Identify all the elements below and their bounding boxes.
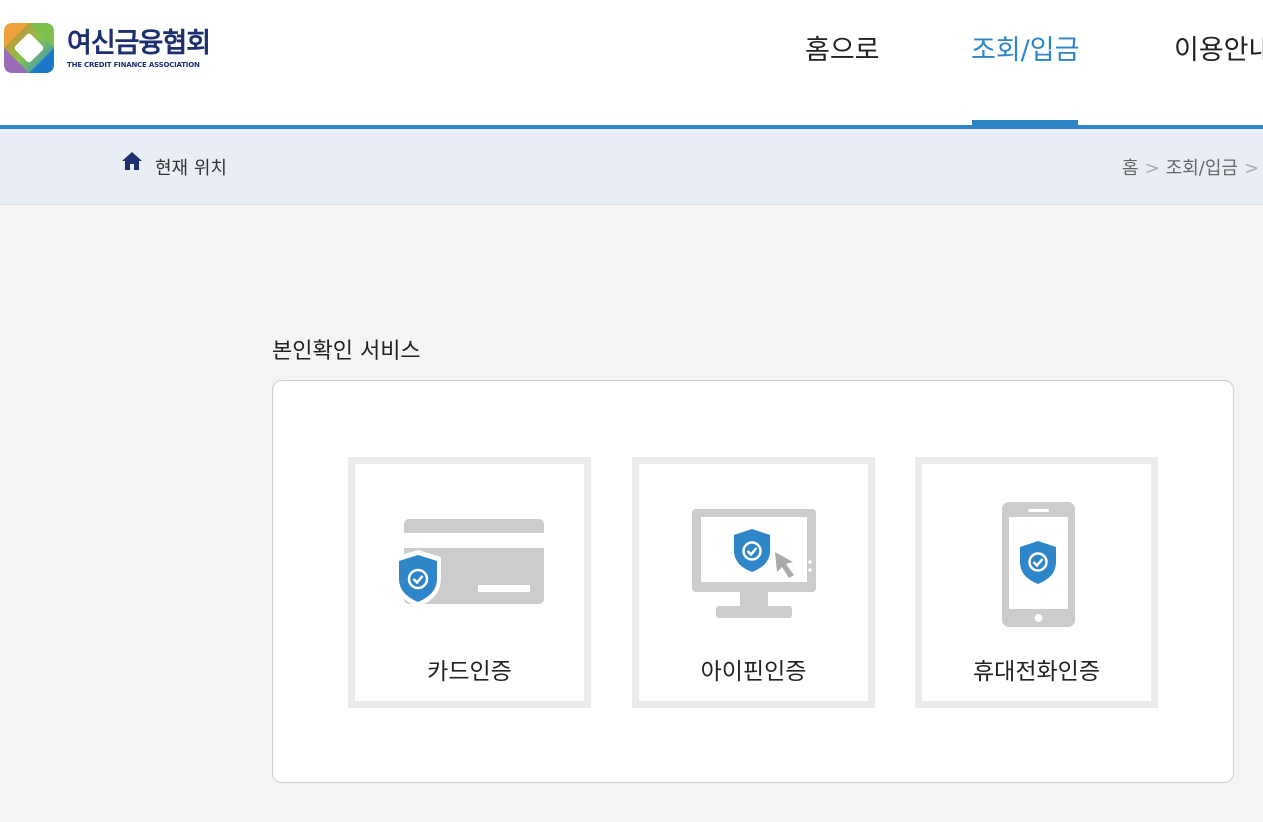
logo-name-english: THE CREDIT FINANCE ASSOCIATION [67,60,200,69]
breadcrumb-home[interactable]: 홈 [1122,158,1139,179]
logo-icon [4,23,54,73]
breadcrumb-separator: > [1144,158,1160,179]
breadcrumb: 홈 > 조회/입금 > [1122,154,1263,180]
ipin-verification-label: 아이핀인증 [700,659,807,685]
nav-usage-guide[interactable]: 이용안내 [1174,28,1263,67]
current-location-label: 현재 위치 [155,158,227,179]
breadcrumb-separator: > [1243,158,1260,179]
home-icon [122,152,142,170]
logo[interactable]: 여신금융협회 THE CREDIT FINANCE ASSOCIATION [3,22,211,74]
breadcrumb-inquiry[interactable]: 조회/입금 [1166,158,1238,179]
section-title: 본인확인 서비스 [272,339,421,364]
monitor-shield-icon [692,509,816,618]
card-verification-label: 카드인증 [427,659,512,685]
card-verification-option[interactable]: 카드인증 [348,457,591,708]
nav-home[interactable]: 홈으로 [805,28,880,67]
credit-card-shield-icon [395,519,544,607]
mobile-phone-shield-icon [1002,502,1075,627]
breadcrumb-bar: 현재 위치 홈 > 조회/입금 > [0,129,1263,205]
nav-inquiry-deposit[interactable]: 조회/입금 [971,28,1079,67]
logo-name-korean: 여신금융협회 [67,27,211,59]
top-header: 여신금융협회 THE CREDIT FINANCE ASSOCIATION 홈으… [0,0,1263,125]
mobile-verification-option[interactable]: 휴대전화인증 [915,457,1158,708]
mobile-verification-label: 휴대전화인증 [973,659,1100,685]
ipin-verification-option[interactable]: 아이핀인증 [632,457,875,708]
